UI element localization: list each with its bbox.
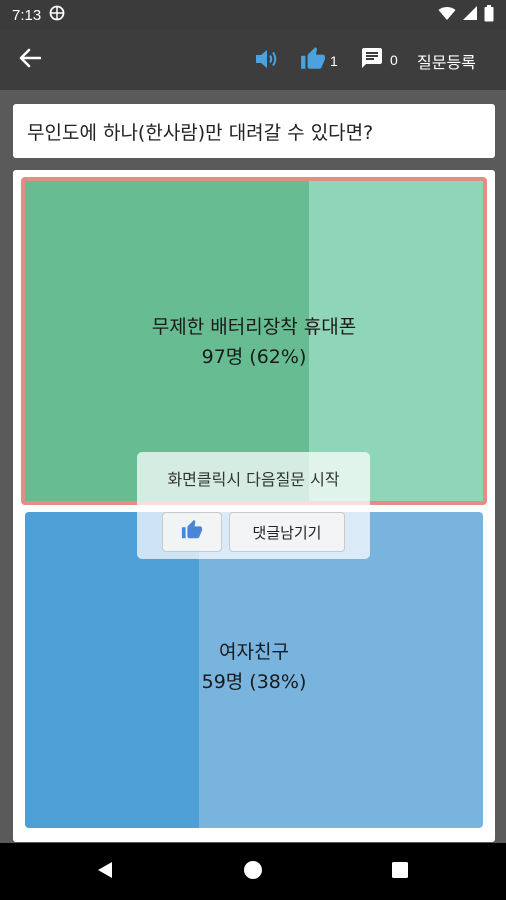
app-bar: 1 0 질문등록 — [0, 30, 506, 90]
option-a-label: 무제한 배터리장착 휴대폰 — [151, 316, 357, 338]
next-question-overlay: 화면클릭시 다음질문 시작 댓글남기기 — [137, 452, 370, 559]
speaker-icon — [254, 47, 280, 75]
question-card: 무인도에 하나(한사람)만 대려갈 수 있다면? — [13, 104, 495, 158]
option-b-text: 여자친구 59명 (38%) — [25, 637, 483, 697]
nav-back-button[interactable] — [93, 860, 117, 884]
option-b-result: 59명 (38%) — [201, 671, 307, 693]
overlay-like-button[interactable] — [162, 512, 222, 552]
square-recents-icon — [390, 860, 410, 884]
like-count: 1 — [330, 53, 338, 69]
wifi-icon — [438, 5, 456, 25]
option-b[interactable]: 여자친구 59명 (38%) — [25, 512, 483, 828]
battery-icon — [484, 4, 494, 26]
status-time: 7:13 — [12, 6, 42, 24]
option-b-label: 여자친구 — [219, 641, 289, 663]
comment-button[interactable]: 0 — [360, 46, 398, 74]
status-bar: 7:13 — [0, 0, 506, 30]
thumbs-up-icon — [181, 519, 203, 545]
question-text: 무인도에 하나(한사람)만 대려갈 수 있다면? — [27, 121, 374, 144]
option-a-result: 97명 (62%) — [201, 346, 307, 368]
signal-icon — [462, 5, 478, 25]
back-button[interactable] — [16, 48, 44, 72]
circle-home-icon — [243, 860, 263, 884]
triangle-back-icon — [95, 860, 115, 884]
sound-button[interactable] — [253, 47, 281, 75]
system-nav-bar — [0, 843, 506, 900]
like-button[interactable]: 1 — [300, 46, 338, 76]
vpn-icon — [49, 5, 65, 25]
nav-recents-button[interactable] — [388, 860, 412, 884]
arrow-left-icon — [19, 48, 42, 72]
comment-count: 0 — [390, 52, 398, 68]
thumbs-up-icon — [300, 46, 326, 76]
leave-comment-button[interactable]: 댓글남기기 — [229, 512, 345, 552]
nav-home-button[interactable] — [241, 860, 265, 884]
next-question-hint: 화면클릭시 다음질문 시작 — [167, 470, 340, 489]
comment-icon — [360, 46, 384, 74]
register-question-button[interactable]: 질문등록 — [417, 49, 476, 73]
option-a-text: 무제한 배터리장착 휴대폰 97명 (62%) — [25, 312, 483, 372]
